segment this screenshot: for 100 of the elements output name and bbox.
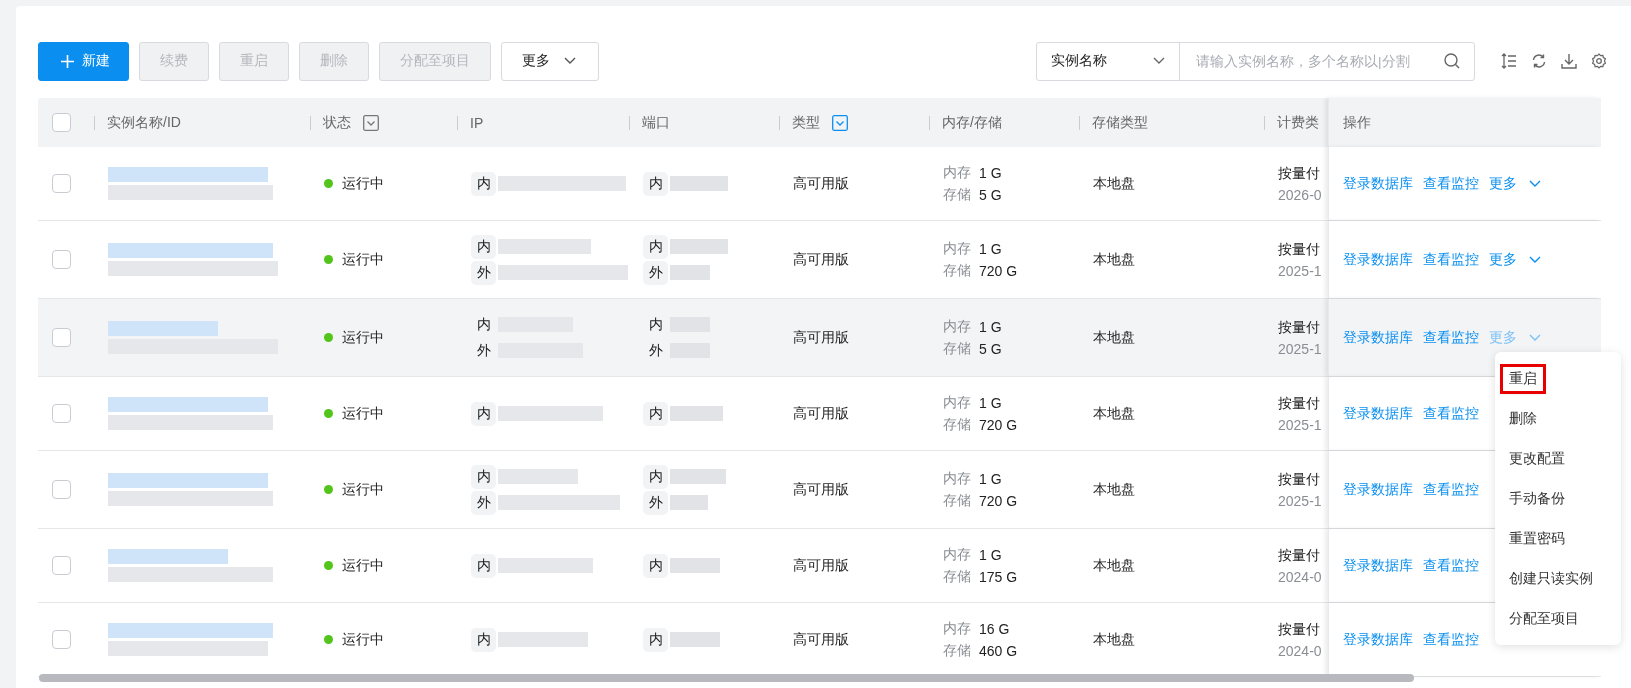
status-text: 运行中	[342, 328, 384, 347]
select-all-checkbox[interactable]	[52, 113, 71, 132]
storage-type-text: 本地盘	[1093, 556, 1136, 575]
action-link[interactable]: 查看监控	[1423, 630, 1479, 649]
memory-value: 16 G	[979, 620, 1010, 637]
storage-type-text: 本地盘	[1093, 174, 1136, 193]
scrollbar[interactable]	[39, 674, 1414, 682]
row-checkbox[interactable]	[52, 174, 71, 193]
action-link[interactable]: 登录数据库	[1343, 404, 1413, 423]
action-link[interactable]: 登录数据库	[1343, 630, 1413, 649]
action-link[interactable]: 查看监控	[1423, 250, 1479, 269]
type-text: 高可用版	[793, 404, 850, 423]
billing-text: 按量付	[1278, 318, 1321, 337]
action-link[interactable]: 登录数据库	[1343, 250, 1413, 269]
billing-text: 按量付	[1278, 394, 1321, 413]
action-link[interactable]: 查看监控	[1423, 174, 1479, 193]
network-tag: 内	[471, 312, 496, 337]
redacted-port	[670, 406, 723, 421]
network-tag: 内	[643, 171, 668, 196]
caret-icon	[1529, 255, 1541, 264]
column-header: 实例名称/ID	[107, 113, 181, 132]
network-tag: 外	[471, 260, 496, 285]
status-text: 运行中	[342, 404, 384, 423]
row-checkbox[interactable]	[52, 404, 71, 423]
column-header: 操作	[1343, 113, 1371, 132]
network-tag: 内	[471, 171, 496, 196]
status-text: 运行中	[342, 630, 384, 649]
create-button[interactable]: 新建	[38, 41, 129, 81]
action-link[interactable]: 查看监控	[1423, 480, 1479, 499]
column-header: 类型	[792, 113, 820, 132]
redacted-port	[670, 265, 710, 280]
billing-text: 按量付	[1278, 546, 1321, 565]
more-link[interactable]: 更多	[1489, 328, 1541, 347]
caret-icon	[1529, 179, 1541, 188]
search-field-select[interactable]: 实例名称	[1037, 42, 1180, 80]
billing-date: 2025-1	[1278, 340, 1323, 357]
memory-label: 内存	[943, 163, 971, 182]
billing-date: 2024-0	[1278, 568, 1323, 585]
network-tag: 外	[643, 490, 668, 515]
refresh-icon[interactable]	[1531, 53, 1547, 69]
network-tag: 外	[471, 490, 496, 515]
memory-value: 1 G	[979, 546, 1002, 563]
network-tag: 外	[643, 338, 668, 363]
status-text: 运行中	[342, 480, 384, 499]
memory-value: 1 G	[979, 394, 1002, 411]
network-tag: 内	[643, 234, 668, 259]
storage-value: 720 G	[979, 416, 1018, 433]
menu-item[interactable]: 创建只读实例	[1495, 559, 1621, 599]
menu-item[interactable]: 删除	[1495, 399, 1621, 439]
action-link[interactable]: 登录数据库	[1343, 328, 1413, 347]
more-link[interactable]: 更多	[1489, 174, 1541, 193]
memory-value: 1 G	[979, 164, 1002, 181]
network-tag: 内	[471, 553, 496, 578]
search-icon[interactable]	[1444, 53, 1460, 69]
menu-item[interactable]: 手动备份	[1495, 479, 1621, 519]
memory-value: 1 G	[979, 318, 1002, 335]
sort-icon[interactable]	[1501, 53, 1517, 69]
more-dropdown[interactable]: 更多	[501, 41, 599, 81]
row-checkbox[interactable]	[52, 480, 71, 499]
type-text: 高可用版	[793, 556, 850, 575]
menu-item[interactable]: 重启	[1495, 359, 1621, 399]
menu-item[interactable]: 重置密码	[1495, 519, 1621, 559]
column-header: IP	[470, 114, 484, 131]
type-text: 高可用版	[793, 630, 850, 649]
menu-item[interactable]: 分配至项目	[1495, 599, 1621, 639]
column-header: 计费类	[1277, 113, 1319, 132]
more-link[interactable]: 更多	[1489, 250, 1541, 269]
type-text: 高可用版	[793, 328, 850, 347]
action-link[interactable]: 查看监控	[1423, 404, 1479, 423]
settings-icon[interactable]	[1591, 53, 1607, 69]
action-link[interactable]: 登录数据库	[1343, 174, 1413, 193]
redacted-port	[670, 495, 708, 510]
filter-icon[interactable]	[832, 114, 848, 131]
row-checkbox[interactable]	[52, 556, 71, 575]
memory-value: 1 G	[979, 240, 1002, 257]
billing-text: 按量付	[1278, 470, 1321, 489]
storage-type-text: 本地盘	[1093, 630, 1136, 649]
storage-value: 460 G	[979, 642, 1018, 659]
billing-date: 2024-0	[1278, 642, 1323, 659]
network-tag: 内	[643, 464, 668, 489]
action-link[interactable]: 查看监控	[1423, 556, 1479, 575]
storage-type-text: 本地盘	[1093, 250, 1136, 269]
network-tag: 内	[471, 627, 496, 652]
storage-value: 175 G	[979, 568, 1018, 585]
menu-item[interactable]: 更改配置	[1495, 439, 1621, 479]
action-link[interactable]: 查看监控	[1423, 328, 1479, 347]
column-header: 存储类型	[1092, 113, 1148, 132]
network-tag: 内	[471, 234, 496, 259]
storage-label: 存储	[943, 567, 971, 586]
storage-label: 存储	[943, 261, 971, 280]
action-link[interactable]: 登录数据库	[1343, 480, 1413, 499]
row-checkbox[interactable]	[52, 630, 71, 649]
row-checkbox[interactable]	[52, 250, 71, 269]
billing-date: 2026-0	[1278, 186, 1323, 203]
filter-icon[interactable]	[363, 114, 379, 131]
row-checkbox[interactable]	[52, 328, 71, 347]
action-link[interactable]: 登录数据库	[1343, 556, 1413, 575]
download-icon[interactable]	[1561, 53, 1577, 69]
memory-label: 内存	[943, 239, 971, 258]
network-tag: 外	[471, 338, 496, 363]
